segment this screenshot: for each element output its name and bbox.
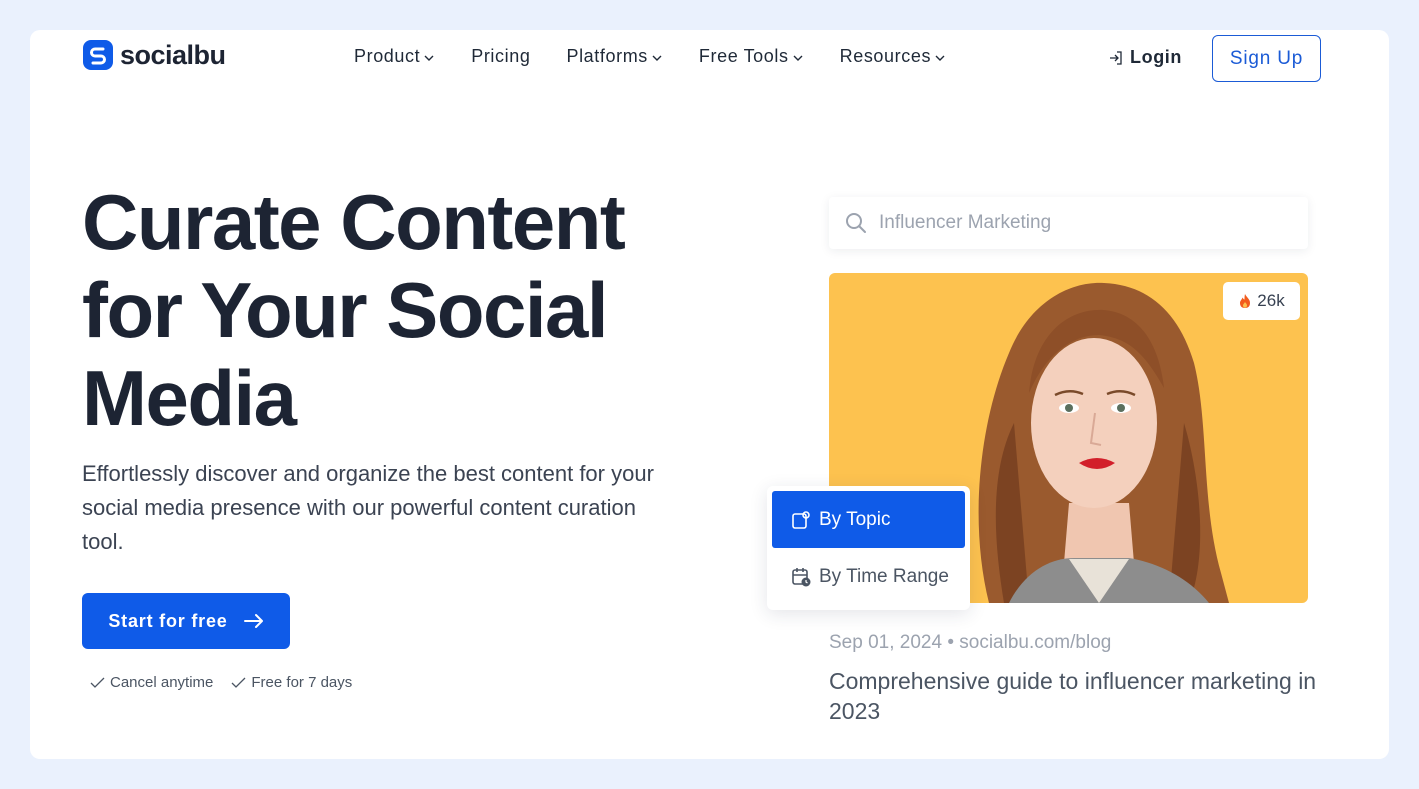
sign-in-icon xyxy=(1110,50,1122,65)
calendar-clock-icon xyxy=(792,567,811,586)
start-free-button[interactable]: Start for free xyxy=(82,593,290,649)
login-label: Login xyxy=(1130,47,1182,67)
main-nav: Product Pricing Platforms Free Tools Res… xyxy=(354,46,982,67)
login-link[interactable]: Login xyxy=(1108,47,1182,68)
chevron-down-icon xyxy=(652,55,662,61)
socialbu-logo-icon xyxy=(83,40,113,70)
demo-search-box[interactable]: Influencer Marketing xyxy=(829,197,1308,249)
chevron-down-icon xyxy=(935,55,945,61)
page-frame: socialbu Product Pricing Platforms Free … xyxy=(30,30,1389,759)
perks-list: Cancel anytime Free for 7 days xyxy=(90,674,352,691)
hero-description: Effortlessly discover and organize the b… xyxy=(82,461,654,554)
fire-icon xyxy=(1240,294,1251,308)
cta-label: Start for free xyxy=(108,610,228,631)
check-icon xyxy=(231,677,246,688)
nav-label: Resources xyxy=(839,46,932,66)
chevron-down-icon xyxy=(793,55,803,61)
nav-item-product[interactable]: Product xyxy=(354,46,435,67)
article-title[interactable]: Comprehensive guide to influencer market… xyxy=(829,666,1319,726)
chevron-down-icon xyxy=(424,55,434,61)
filter-label: By Topic xyxy=(819,508,891,530)
filter-by-topic[interactable]: By Topic xyxy=(772,491,965,548)
perk-item: Free for 7 days xyxy=(231,674,352,691)
filter-by-time-range[interactable]: By Time Range xyxy=(772,548,965,605)
perk-label: Cancel anytime xyxy=(110,674,214,691)
search-icon xyxy=(846,213,866,233)
engagement-badge: 26k xyxy=(1223,282,1300,320)
perk-label: Free for 7 days xyxy=(251,674,353,691)
arrow-right-icon xyxy=(243,614,263,628)
nav-label: Platforms xyxy=(566,46,648,66)
perk-item: Cancel anytime xyxy=(90,674,213,691)
filter-label: By Time Range xyxy=(819,565,949,587)
nav-item-resources[interactable]: Resources xyxy=(840,46,946,67)
hero-title: Curate Content for Your Social Media xyxy=(82,178,626,442)
topic-icon xyxy=(792,510,810,529)
brand-logo[interactable]: socialbu xyxy=(82,39,226,71)
article-meta: Sep 01, 2024 • socialbu.com/blog xyxy=(829,632,1112,653)
check-icon xyxy=(90,677,105,688)
search-placeholder: Influencer Marketing xyxy=(879,212,1052,233)
signup-button[interactable]: Sign Up xyxy=(1212,35,1321,82)
brand-name: socialbu xyxy=(120,39,226,70)
nav-label: Pricing xyxy=(471,46,531,66)
nav-label: Product xyxy=(354,46,421,66)
nav-item-platforms[interactable]: Platforms xyxy=(566,46,662,67)
nav-label: Free Tools xyxy=(698,46,789,66)
engagement-count: 26k xyxy=(1257,291,1285,310)
filter-panel: By Topic By Time Range xyxy=(767,486,970,610)
nav-item-free-tools[interactable]: Free Tools xyxy=(699,46,804,67)
nav-item-pricing[interactable]: Pricing xyxy=(471,46,530,67)
